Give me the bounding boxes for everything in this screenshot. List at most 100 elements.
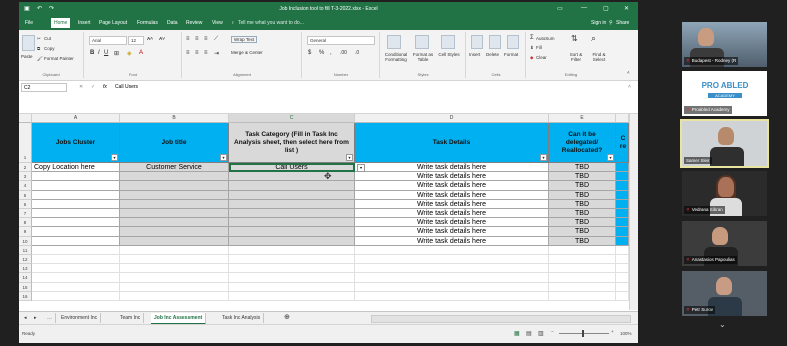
filter-dropdown-icon[interactable]: ▾ [220,154,227,161]
align-top-icon[interactable]: ≡ [186,36,190,42]
delete-cells-icon[interactable] [489,35,501,49]
format-painter-button[interactable]: Format Painter [44,56,74,61]
row-header[interactable]: 4 [19,181,32,191]
participant-tile-active[interactable]: Samer Sleir [680,119,769,168]
format-table-icon[interactable] [415,35,429,49]
cell-f[interactable] [616,199,629,209]
cell-f[interactable] [616,236,629,246]
cell-a[interactable] [32,282,120,292]
participant-tile[interactable]: ✕ Anastasios Papoulias [682,221,767,266]
cell-styles-icon[interactable] [441,35,455,49]
increase-decimal-icon[interactable]: .00 [340,50,347,56]
borders-icon[interactable]: ⊞ [114,50,119,57]
cell-e[interactable] [549,255,616,265]
bold-icon[interactable]: B [90,50,94,56]
menu-file[interactable]: File [25,20,33,26]
cell-e[interactable]: TBD [549,181,616,191]
zoom-in-icon[interactable]: + [611,329,614,334]
cell-c[interactable] [229,227,355,237]
cell-b[interactable] [120,209,229,219]
cut-button[interactable]: Cut [44,36,51,41]
sort-filter-icon[interactable]: ⇅ [571,34,578,43]
row-header[interactable]: 5 [19,190,32,200]
autosum-button[interactable]: AutoSum [536,36,555,41]
cell-styles-button[interactable]: Cell Styles [437,52,461,57]
cell-a[interactable] [32,199,120,209]
align-bottom-icon[interactable]: ≡ [204,36,208,42]
insert-cells-icon[interactable] [471,35,483,49]
insert-button[interactable]: Insert [469,52,480,57]
row-header[interactable]: 6 [19,199,32,209]
cell-e[interactable] [549,282,616,292]
header-delegated[interactable]: Can it be delegated/ Reallocated? ▾ [549,123,616,163]
cell-f[interactable] [616,273,629,283]
maximize-icon[interactable]: ▢ [603,5,609,12]
row-header[interactable]: 3 [19,172,32,182]
add-sheet-icon[interactable]: ⊕ [281,313,293,323]
cell-e[interactable] [549,273,616,283]
paste-button[interactable]: Paste [21,54,33,59]
cell-a[interactable] [32,227,120,237]
cell-f[interactable] [616,181,629,191]
cell-e[interactable]: TBD [549,172,616,182]
cell-f[interactable] [616,255,629,265]
cancel-formula-icon[interactable]: ✕ [79,84,83,90]
row-header[interactable]: 10 [19,236,32,246]
cell-a[interactable] [32,236,120,246]
cell-d[interactable] [355,255,549,265]
row-header[interactable]: 8 [19,218,32,228]
italic-icon[interactable]: I [98,50,100,56]
cell-d[interactable]: Write task details here [355,163,549,173]
row-header[interactable]: 15 [19,282,32,292]
find-icon[interactable]: ⌕ [591,33,596,44]
currency-icon[interactable]: $ [308,50,311,56]
normal-view-icon[interactable]: ▦ [514,330,520,337]
align-center-icon[interactable]: ≡ [195,50,199,56]
cell-e[interactable]: TBD [549,199,616,209]
delete-button[interactable]: Delete [486,52,499,57]
format-table-button[interactable]: Format as Table [410,52,436,62]
cell-b[interactable] [120,264,229,274]
row-header-1[interactable]: 1 [19,123,32,163]
sort-filter-button[interactable]: Sort & Filter [565,52,587,62]
cell-d[interactable]: Write task details here [355,190,549,200]
cell-c[interactable] [229,236,355,246]
row-header[interactable]: 11 [19,245,32,255]
participant-tile[interactable]: ✕ Vedrana Sibran [682,171,767,216]
fill-button[interactable]: Fill [536,45,542,50]
decrease-decimal-icon[interactable]: .0 [355,50,359,56]
fill-color-icon[interactable]: ◈ [127,50,132,57]
share-button[interactable]: Share [616,20,629,26]
copy-button[interactable]: Copy [44,46,55,51]
cell-c[interactable] [229,181,355,191]
cell-e[interactable]: TBD [549,163,616,173]
menu-page-layout[interactable]: Page Layout [99,20,127,26]
col-header-e[interactable]: E [549,114,616,123]
col-header-f[interactable] [616,114,629,123]
cell-d[interactable] [355,273,549,283]
indent-icon[interactable]: ⇥ [214,50,219,57]
conditional-formatting-icon[interactable] [387,35,401,49]
cell-f[interactable] [616,172,629,182]
underline-icon[interactable]: U [104,50,108,56]
cell-c[interactable] [229,172,355,182]
cell-c[interactable] [229,199,355,209]
cell-c[interactable] [229,209,355,219]
find-select-button[interactable]: Find & Select [587,52,611,62]
menu-data[interactable]: Data [167,20,178,26]
tab-environment-inc[interactable]: Environment Inc [58,313,102,323]
name-box[interactable]: C2 [21,83,67,92]
cell-a[interactable] [32,209,120,219]
wrap-text-button[interactable]: Wrap Text [231,36,258,43]
orientation-icon[interactable]: ⟋ [214,36,218,43]
zoom-slider-handle[interactable] [582,330,584,337]
insert-function-icon[interactable]: fx [103,84,107,90]
format-cells-icon[interactable] [507,35,519,49]
cell-d[interactable]: Write task details here [355,181,549,191]
row-header[interactable]: 16 [19,291,32,301]
page-layout-view-icon[interactable]: ▤ [526,330,532,337]
menu-view[interactable]: View [212,20,223,26]
cell-d[interactable]: Write task details here [355,172,549,182]
ribbon-display-icon[interactable]: ▭ [557,5,563,12]
cell-d[interactable]: Write task details here [355,218,549,228]
